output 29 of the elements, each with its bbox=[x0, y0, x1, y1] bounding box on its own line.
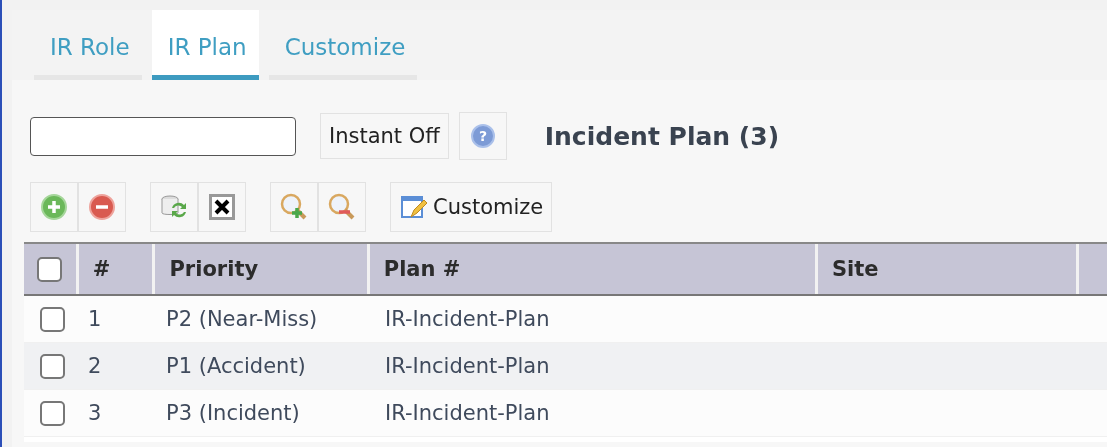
table-cell: 1 bbox=[88, 307, 102, 331]
clear-button[interactable] bbox=[198, 182, 246, 232]
zoom-in-icon bbox=[279, 192, 309, 222]
add-button[interactable] bbox=[30, 182, 78, 232]
zoom-out-icon bbox=[327, 192, 357, 222]
table-cell: 3 bbox=[88, 401, 102, 425]
row-checkbox[interactable] bbox=[39, 353, 65, 379]
page-title: Incident Plan (3) bbox=[544, 121, 780, 151]
row-checkbox[interactable] bbox=[39, 306, 65, 332]
select-all-checkbox[interactable] bbox=[37, 256, 63, 282]
remove-button[interactable] bbox=[78, 182, 126, 232]
table-cell: P3 (Incident) bbox=[166, 401, 300, 425]
search-field[interactable] bbox=[30, 116, 296, 156]
table-cell: IR-Incident-Plan bbox=[385, 354, 550, 378]
minus-circle-icon bbox=[88, 193, 116, 221]
zoom-in-button[interactable] bbox=[270, 182, 318, 232]
help-icon: ? bbox=[469, 123, 496, 149]
table-cell: IR-Incident-Plan bbox=[385, 401, 550, 425]
table-cell: P2 (Near-Miss) bbox=[166, 307, 318, 331]
customize-button[interactable]: Customize bbox=[390, 182, 553, 232]
row-checkbox[interactable] bbox=[39, 400, 65, 426]
zoom-out-button[interactable] bbox=[318, 182, 366, 232]
table-cell: IR-Incident-Plan bbox=[385, 307, 550, 331]
plus-circle-icon bbox=[40, 193, 68, 221]
table-cell: P1 (Accident) bbox=[166, 354, 306, 378]
table-cell: 2 bbox=[88, 354, 102, 378]
instant-toggle-button[interactable]: Instant Off bbox=[320, 113, 449, 159]
form-pencil-icon bbox=[399, 193, 427, 221]
x-box-icon bbox=[207, 192, 237, 222]
